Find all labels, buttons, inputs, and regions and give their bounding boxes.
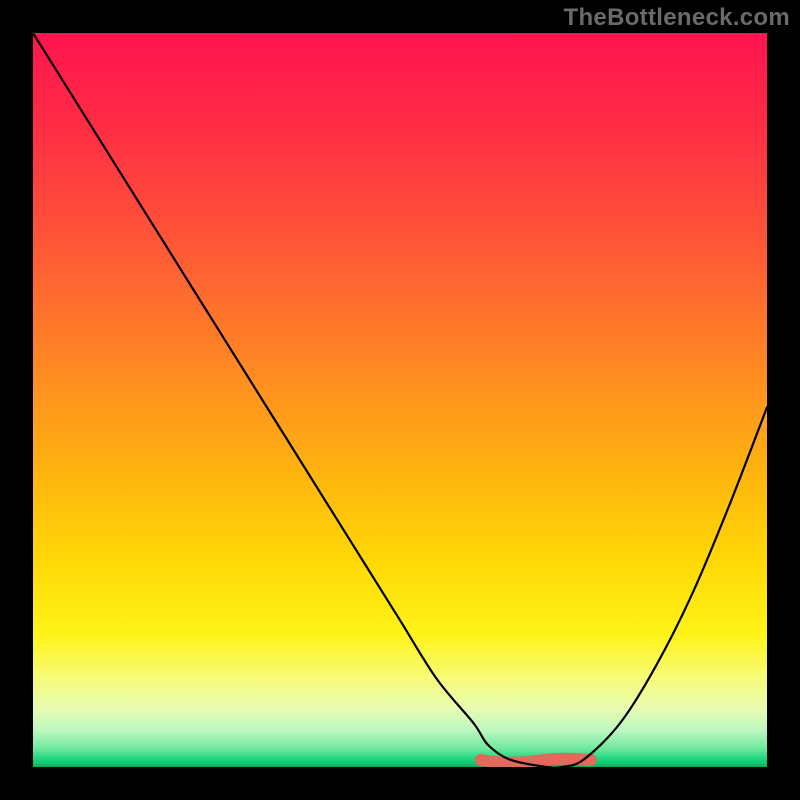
bottleneck-curve xyxy=(33,33,767,767)
curve-svg xyxy=(33,33,767,767)
optimal-range-highlight xyxy=(481,759,591,763)
watermark-text: TheBottleneck.com xyxy=(564,4,790,32)
chart-frame: TheBottleneck.com xyxy=(0,0,800,800)
plot-area xyxy=(33,33,767,767)
